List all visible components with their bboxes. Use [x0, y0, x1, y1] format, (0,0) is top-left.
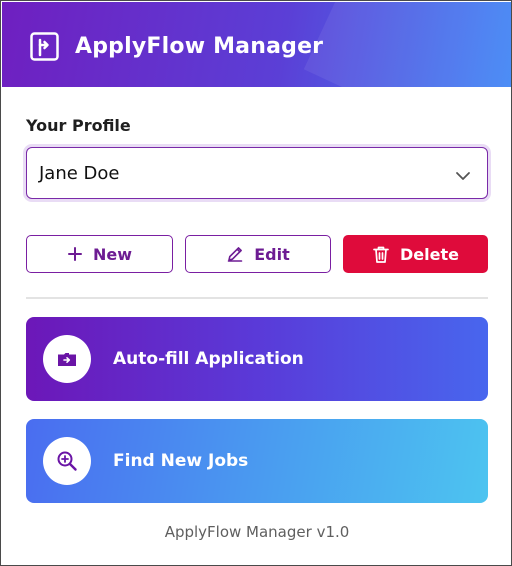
- trash-icon: [372, 245, 390, 264]
- edit-profile-button[interactable]: Edit: [185, 235, 331, 273]
- find-new-jobs-button[interactable]: Find New Jobs: [26, 419, 488, 503]
- chevron-down-icon: [455, 167, 471, 180]
- header-decoration: [303, 2, 511, 87]
- version-footer: ApplyFlow Manager v1.0: [164, 523, 350, 541]
- find-jobs-icon-circle: [43, 437, 91, 485]
- profile-select[interactable]: Jane Doe: [26, 147, 488, 199]
- profile-select-value: Jane Doe: [39, 163, 120, 184]
- app-window: ApplyFlow Manager Your Profile Jane Doe …: [0, 0, 512, 566]
- pencil-icon: [226, 245, 244, 263]
- edit-button-label: Edit: [254, 244, 290, 264]
- section-divider: [26, 297, 488, 299]
- new-profile-button[interactable]: New: [26, 235, 173, 273]
- autofill-icon-circle: [43, 335, 91, 383]
- plus-icon: [67, 246, 83, 262]
- delete-button-label: Delete: [400, 244, 459, 264]
- new-button-label: New: [92, 244, 133, 264]
- delete-profile-button[interactable]: Delete: [343, 235, 488, 273]
- app-title: ApplyFlow Manager: [75, 34, 324, 59]
- autofill-application-button[interactable]: Auto-fill Application: [26, 317, 488, 401]
- app-header: ApplyFlow Manager: [2, 2, 511, 87]
- autofill-label: Auto-fill Application: [113, 349, 304, 369]
- profile-label: Your Profile: [26, 116, 131, 135]
- find-jobs-label: Find New Jobs: [113, 451, 249, 471]
- signpost-icon: [30, 32, 59, 61]
